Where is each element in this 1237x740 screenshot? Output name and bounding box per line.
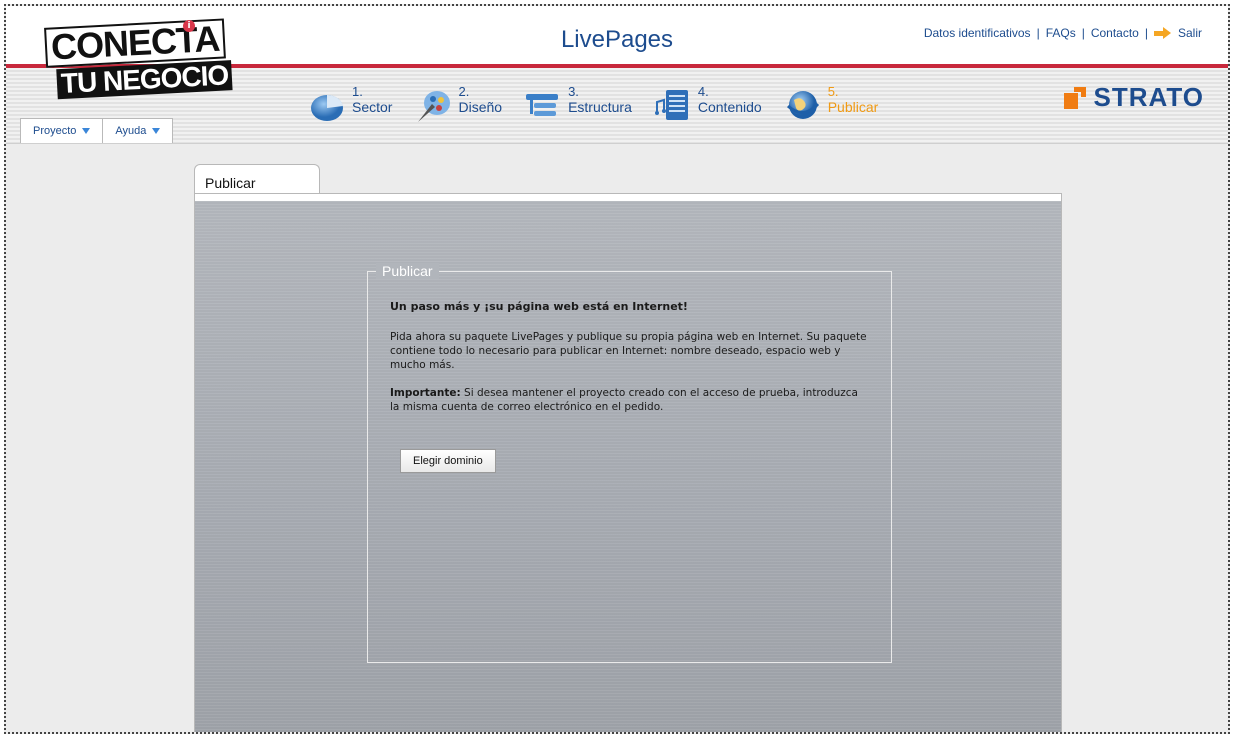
app-frame: CONECTA TU NEGOCIO i LivePages Datos ide…	[4, 4, 1230, 734]
tab-publicar[interactable]: Publicar	[194, 164, 320, 194]
menu-proyecto[interactable]: Proyecto	[20, 118, 104, 143]
important-note: Importante: Si desea mantener el proyect…	[390, 386, 868, 414]
step-diseno[interactable]: 2. Diseño	[414, 84, 502, 124]
section-headline: Un paso más y ¡su página web está en Int…	[390, 300, 688, 313]
step-contenido[interactable]: 4. Contenido	[654, 84, 762, 124]
important-text: Si desea mantener el proyecto creado con…	[390, 387, 858, 413]
content-icon	[654, 90, 688, 120]
menu-ayuda[interactable]: Ayuda	[103, 118, 174, 143]
wizard-steps: 1. Sector 2. Diseño 3. Estructura 4. Con…	[308, 84, 900, 124]
step-label: Estructura	[568, 99, 632, 115]
choose-domain-button[interactable]: Elegir dominio	[400, 449, 496, 473]
link-contacto[interactable]: Contacto	[1091, 26, 1139, 40]
panel-top-strip	[194, 193, 1062, 201]
menu-bar: Proyecto Ayuda	[20, 118, 174, 143]
step-number: 3.	[568, 84, 579, 99]
paint-brush-icon	[418, 91, 451, 122]
section-legend: Publicar	[376, 263, 439, 279]
dropdown-arrow-icon	[152, 128, 161, 134]
step-estructura[interactable]: 3. Estructura	[524, 84, 632, 124]
separator: |	[1081, 26, 1085, 40]
step-number: 1.	[352, 84, 363, 99]
step-number: 4.	[697, 84, 709, 99]
top-links: Datos identificativos | FAQs | Contacto …	[924, 26, 1202, 40]
link-salir[interactable]: Salir	[1178, 26, 1202, 40]
separator: |	[1036, 26, 1040, 40]
globe-icon	[786, 91, 819, 119]
structure-icon	[526, 94, 559, 116]
step-label: Contenido	[697, 99, 762, 115]
link-faqs[interactable]: FAQs	[1046, 26, 1076, 40]
step-label: Diseño	[458, 99, 503, 115]
step-number: 5.	[827, 84, 839, 99]
menu-proyecto-label: Proyecto	[33, 125, 77, 137]
pie-chart-icon	[311, 94, 343, 121]
section-paragraph: Pida ahora su paquete LivePages y publiq…	[390, 331, 867, 371]
step-label: Sector	[352, 99, 393, 115]
separator: |	[1144, 26, 1148, 40]
strato-mark-icon	[1063, 86, 1086, 109]
step-sector[interactable]: 1. Sector	[308, 84, 392, 124]
exit-arrow-icon[interactable]	[1153, 27, 1172, 39]
link-datos-identificativos[interactable]: Datos identificativos	[924, 26, 1031, 40]
strato-logo[interactable]: STRATO	[1063, 82, 1204, 113]
important-label: Importante:	[390, 387, 461, 399]
step-number: 2.	[458, 84, 470, 99]
dropdown-arrow-icon	[82, 128, 91, 134]
publish-section: Publicar Un paso más y ¡su página web es…	[367, 263, 892, 663]
menu-ayuda-label: Ayuda	[115, 125, 147, 137]
step-publicar[interactable]: 5. Publicar	[784, 84, 879, 124]
step-label: Publicar	[827, 99, 879, 115]
strato-text: STRATO	[1093, 82, 1204, 112]
header: CONECTA TU NEGOCIO i LivePages Datos ide…	[6, 6, 1228, 144]
section-content: Un paso más y ¡su página web está en Int…	[390, 300, 868, 428]
